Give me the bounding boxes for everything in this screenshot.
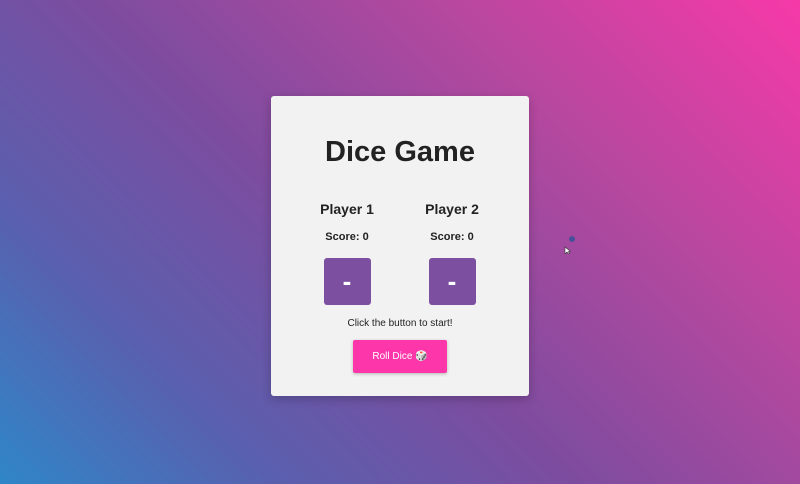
status-message: Click the button to start! — [347, 318, 453, 329]
player-2-panel: Player 2 Score: 0 - — [402, 200, 502, 305]
page-title: Dice Game — [325, 136, 475, 168]
roll-dice-button[interactable]: Roll Dice 🎲 — [353, 340, 447, 373]
player-2-name: Player 2 — [425, 201, 479, 217]
player-2-die: - — [428, 258, 476, 305]
game-card: Dice Game Player 1 Score: 0 - Player 2 S… — [271, 96, 529, 396]
player-1-name: Player 1 — [320, 201, 374, 217]
player-2-score: Score: 0 — [430, 231, 474, 243]
player-1-die: - — [323, 258, 371, 305]
player-1-score: Score: 0 — [325, 231, 369, 243]
page-background: { "game": { "title": "Dice Game", "playe… — [0, 0, 800, 484]
mouse-cursor-icon — [564, 236, 575, 254]
player-1-panel: Player 1 Score: 0 - — [297, 200, 397, 305]
